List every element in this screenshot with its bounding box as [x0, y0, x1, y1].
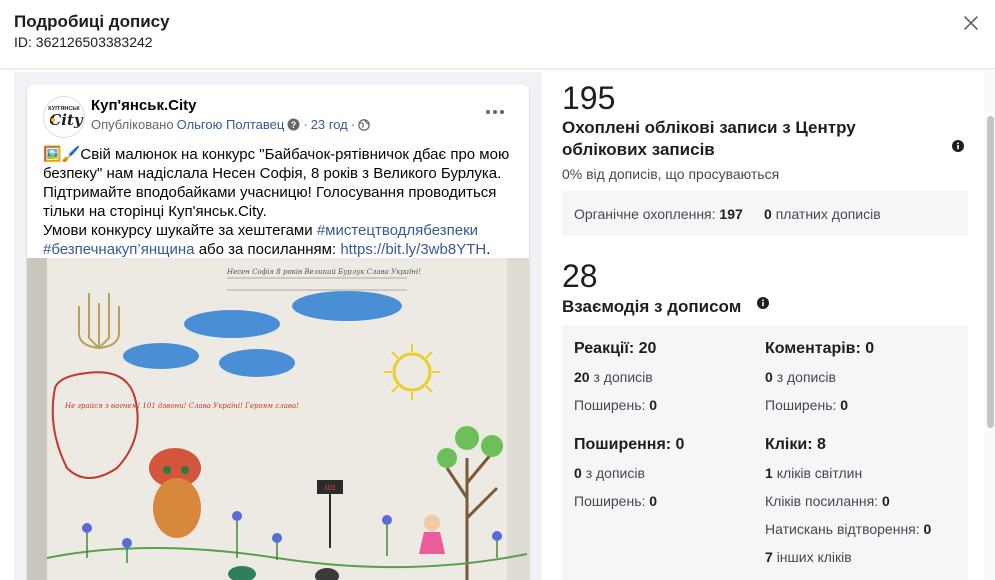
- dialog-title: Подробиці допису: [14, 12, 170, 31]
- svg-text:?: ?: [291, 120, 297, 130]
- post-card: КУП'ЯНСЬК City Куп'янськ.City Опублікова…: [27, 84, 529, 580]
- comments-shares-label: Поширень:: [765, 397, 837, 413]
- drawing-caption: Несен Софія 8 років Великий Бурлук Слава…: [226, 268, 421, 276]
- shares-shares: Поширень: 0: [574, 493, 657, 509]
- meta-separator: ·: [303, 117, 308, 132]
- more-icon: [486, 110, 504, 114]
- url-end: .: [486, 241, 491, 258]
- play-clicks-value: 0: [923, 521, 932, 537]
- dialog-header: Подробиці допису ID: 362126503383242: [0, 0, 995, 69]
- reactions-from-label: з дописів: [593, 369, 653, 385]
- clicks-title: Кліки: 8: [765, 436, 826, 453]
- link-clicks: Кліків посилання: 0: [765, 493, 890, 509]
- comments-shares-value: 0: [840, 397, 849, 413]
- post-id: ID: 362126503383242: [14, 34, 153, 50]
- post-text: 🖼️🖌️Свій малюнок на конкурс "Байбачок-ря…: [43, 145, 521, 259]
- meta-separator-2: ·: [350, 117, 356, 132]
- organic-label: Органічне охоплення:: [574, 206, 716, 222]
- paid-value: 0: [764, 206, 772, 222]
- published-by-label: Опубліковано: [91, 117, 174, 132]
- engagement-title: Взаємодія з дописом: [562, 297, 742, 316]
- other-clicks-value: 7: [765, 549, 773, 565]
- shares-from-value: 0: [574, 465, 582, 481]
- reach-title: Охоплені облікові записи з Центру обліко…: [562, 118, 856, 159]
- reactions-shares: Поширень: 0: [574, 397, 657, 413]
- engagement-info-icon[interactable]: [757, 297, 769, 309]
- paid-label: платних дописів: [775, 206, 881, 222]
- reactions-shares-label: Поширень:: [574, 397, 646, 413]
- avatar[interactable]: КУП'ЯНСЬК City: [43, 96, 85, 138]
- play-clicks-label: Натискань відтворення:: [765, 521, 920, 537]
- organic-value: 197: [719, 206, 743, 222]
- url-link[interactable]: https://bit.ly/3wb8YTH: [340, 241, 486, 258]
- link-clicks-label: Кліків посилання:: [765, 493, 879, 509]
- organic-reach-box: Органічне охоплення: 197 0 платних допис…: [562, 191, 968, 236]
- photo-clicks-value: 1: [765, 465, 773, 481]
- comments-from-label: з дописів: [776, 369, 836, 385]
- engagement-box: Реакції: 20 20 з дописів Поширень: 0 Ком…: [562, 325, 968, 580]
- sign-text: 101: [324, 485, 336, 492]
- hashtag-link-2[interactable]: #безпечнакуп’янщина: [43, 241, 195, 258]
- hashtag-link[interactable]: #мистецтводлябезпеки: [317, 222, 478, 239]
- link-clicks-value: 0: [881, 493, 890, 509]
- post-time-link[interactable]: 23 год: [311, 117, 348, 132]
- globe-icon: [358, 118, 370, 131]
- organic-reach: Органічне охоплення: 197: [574, 206, 743, 222]
- more-options-button[interactable]: [479, 102, 511, 122]
- reach-info-icon[interactable]: [952, 140, 964, 152]
- other-clicks: 7 інших кліків: [765, 549, 852, 565]
- post-text-main: Свій малюнок на конкурс "Байбачок-рятівн…: [43, 146, 510, 220]
- comments-from-posts: 0 з дописів: [765, 369, 836, 385]
- paid-reach: 0 платних дописів: [764, 206, 881, 222]
- reactions-shares-value: 0: [649, 397, 658, 413]
- shares-from-label: з дописів: [585, 465, 645, 481]
- author-link[interactable]: Ольгою Полтавец: [177, 117, 285, 132]
- comments-title: Коментарів: 0: [765, 340, 875, 357]
- post-text-or: або за посиланням:: [198, 241, 337, 258]
- play-clicks: Натискань відтворення: 0: [765, 521, 931, 537]
- shares-title: Поширення: 0: [574, 436, 685, 453]
- reach-value: 195: [562, 80, 616, 116]
- close-icon: [964, 16, 978, 30]
- post-emojis: 🖼️🖌️: [43, 146, 81, 163]
- photo-clicks: 1 кліків світлин: [765, 465, 862, 481]
- shares-shares-value: 0: [649, 493, 658, 509]
- reach-subtitle: 0% від дописів, що просуваються: [562, 166, 780, 182]
- post-image[interactable]: Несен Софія 8 років Великий Бурлук Слава…: [27, 258, 529, 580]
- engagement-value: 28: [562, 258, 598, 294]
- post-meta: Опубліковано Ольгою Полтавец ? · 23 год …: [91, 117, 370, 132]
- post-text-conditions: Умови конкурсу шукайте за хештегами: [43, 222, 313, 239]
- comments-shares: Поширень: 0: [765, 397, 848, 413]
- scrollbar-thumb[interactable]: [987, 116, 994, 428]
- reactions-from-posts: 20 з дописів: [574, 369, 653, 385]
- comments-from-value: 0: [765, 369, 773, 385]
- close-button[interactable]: [958, 10, 984, 36]
- photo-clicks-label: кліків світлин: [776, 465, 863, 481]
- shares-shares-label: Поширень:: [574, 493, 646, 509]
- reactions-title: Реакції: 20: [574, 340, 657, 357]
- speech-bubble-text: Не грайся з вогнем! 101 дзвони! Слава Ук…: [64, 402, 299, 410]
- shares-from-posts: 0 з дописів: [574, 465, 645, 481]
- page-name[interactable]: Куп'янськ.City: [91, 97, 197, 114]
- other-clicks-label: інших кліків: [776, 549, 852, 565]
- reactions-from-value: 20: [574, 369, 590, 385]
- help-icon[interactable]: ?: [287, 118, 300, 131]
